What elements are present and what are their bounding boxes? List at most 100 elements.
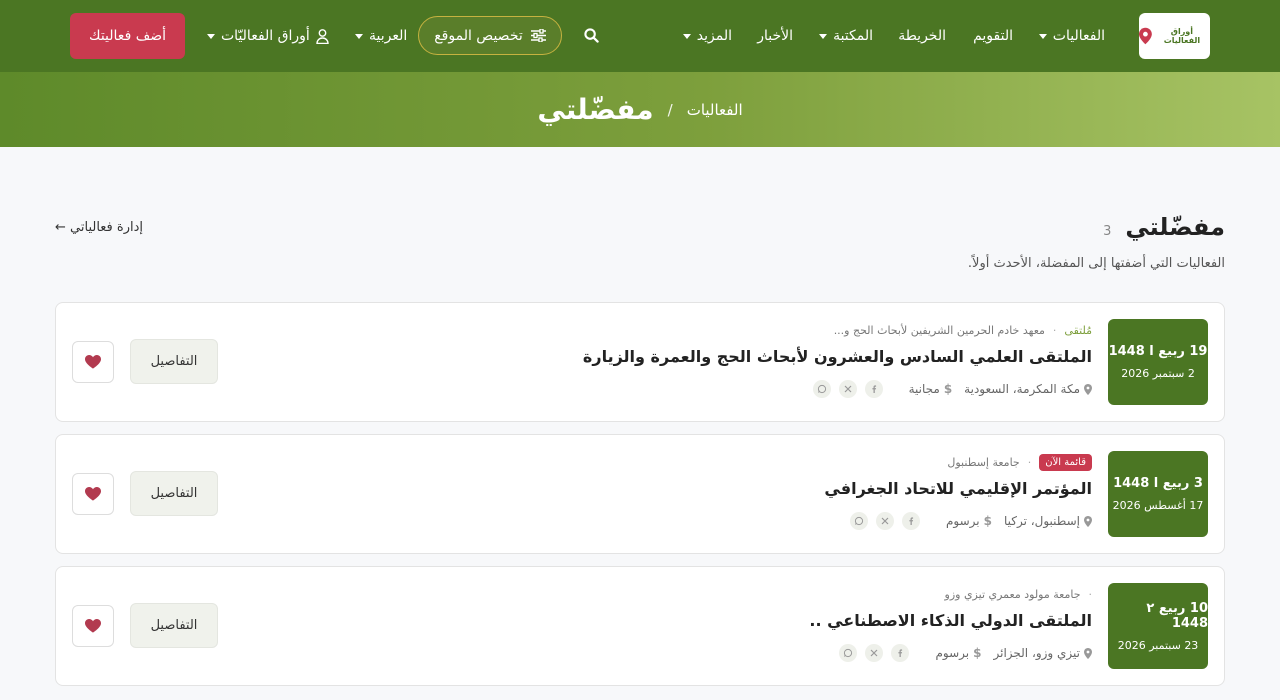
event-info: مكة المكرمة، السعودية $ مجانية [812, 379, 1092, 399]
x-icon[interactable] [865, 644, 884, 662]
customize-site-button[interactable]: تخصيص الموقع [418, 16, 562, 55]
favorites-count: 3 [1103, 224, 1112, 239]
chevron-down-icon [207, 33, 215, 39]
details-button[interactable]: التفاصيل [130, 603, 218, 648]
sliders-icon [530, 29, 546, 42]
details-button[interactable]: التفاصيل [130, 339, 218, 384]
event-location: مكة المكرمة، السعودية [964, 382, 1092, 396]
event-title[interactable]: الملتقى الدولي الذكاء الاصطناعي .. [809, 611, 1092, 630]
heart-icon [85, 355, 101, 369]
manage-events-label: إدارة فعالياتي ← [55, 220, 144, 235]
favorite-toggle-button[interactable] [72, 341, 114, 383]
hero-banner: الفعاليات / مفضّلتي [0, 72, 1280, 147]
add-event-button[interactable]: أضف فعاليتك [70, 13, 185, 59]
account-menu[interactable]: أوراق الفعاليّات [207, 0, 329, 72]
nav-item-map[interactable]: الخريطة [898, 0, 946, 72]
language-selector[interactable]: العربية [355, 0, 407, 72]
share-icons [812, 380, 883, 398]
add-event-label: أضف فعاليتك [89, 28, 166, 44]
top-navbar: أوراق الفعاليات الفعاليات التقويم الخريط… [0, 0, 1280, 72]
event-organizer: جامعة إسطنبول [947, 455, 1020, 469]
hijri-date: 10 ربيع ٢ 1448 [1146, 600, 1208, 631]
event-info: تيزي وزو، الجزائر $ برسوم [839, 643, 1092, 663]
nav-item-label: المزيد [696, 28, 732, 44]
event-meta: · جامعة مولود معمري تيزي وزو [945, 583, 1092, 605]
whatsapp-icon[interactable] [839, 644, 858, 662]
event-meta: مُلتقى · معهد خادم الحرمين الشريفين لأبح… [834, 319, 1092, 341]
map-pin-icon [1084, 647, 1092, 659]
event-date-box: 19 ربيع ا 1448 2 سبتمبر 2026 [1108, 319, 1208, 405]
x-icon[interactable] [875, 512, 894, 530]
hijri-date: 3 ربيع ا 1448 [1113, 476, 1203, 491]
event-title[interactable]: المؤتمر الإقليمي للاتحاد الجغرافي [824, 479, 1092, 498]
status-badge: قائمة الآن [1039, 453, 1092, 471]
account-label: أوراق الفعاليّات [221, 28, 310, 44]
event-type: مُلتقى [1064, 323, 1092, 337]
language-label: العربية [369, 28, 408, 44]
search-button[interactable] [580, 24, 602, 46]
manage-events-link[interactable]: إدارة فعالياتي ← [55, 220, 143, 235]
nav-item-label: المكتبة [833, 28, 873, 44]
event-fee: $ مجانية [909, 382, 953, 396]
event-card: 3 ربيع ا 1448 17 أغسطس 2026 قائمة الآن ·… [55, 434, 1225, 554]
event-location-text: تيزي وزو، الجزائر [993, 646, 1080, 660]
event-organizer: جامعة مولود معمري تيزي وزو [944, 587, 1081, 601]
nav-item-news[interactable]: الأخبار [757, 0, 793, 72]
nav-item-label: الخريطة [898, 28, 946, 44]
map-pin-logo-icon [1139, 27, 1152, 45]
event-location-text: مكة المكرمة، السعودية [964, 382, 1080, 396]
breadcrumb-separator: / [667, 100, 673, 119]
share-icons [839, 644, 910, 662]
dollar-icon: $ [943, 382, 953, 396]
event-date-box: 10 ربيع ٢ 1448 23 سبتمبر 2026 [1108, 583, 1208, 669]
chevron-down-icon [1038, 33, 1047, 39]
nav-item-label: الأخبار [757, 28, 793, 44]
chevron-down-icon [682, 33, 691, 39]
event-fee: $ برسوم [946, 514, 992, 528]
share-icons [849, 512, 920, 530]
chevron-down-icon [355, 33, 363, 39]
meta-separator: · [1027, 455, 1032, 469]
event-fee-text: مجانية [908, 382, 940, 396]
page-heading: مفضّلتي 3 [1103, 213, 1225, 241]
user-icon [316, 28, 329, 44]
event-date-box: 3 ربيع ا 1448 17 أغسطس 2026 [1108, 451, 1208, 537]
chevron-down-icon [819, 33, 828, 39]
dollar-icon: $ [973, 646, 982, 660]
site-logo[interactable]: أوراق الفعاليات [1139, 13, 1210, 59]
event-fee: $ برسوم [935, 646, 981, 660]
nav-item-more[interactable]: المزيد [682, 0, 732, 72]
event-meta: قائمة الآن · جامعة إسطنبول [947, 451, 1092, 473]
gregorian-date: 23 سبتمبر 2026 [1117, 638, 1199, 652]
hijri-date: 19 ربيع ا 1448 [1108, 344, 1208, 359]
nav-item-calendar[interactable]: التقويم [973, 0, 1013, 72]
event-organizer: معهد خادم الحرمين الشريفين لأبحاث الحج و… [833, 323, 1045, 337]
page-subtitle: الفعاليات التي أضفتها إلى المفضلة، الأحد… [967, 256, 1225, 271]
whatsapp-icon[interactable] [849, 512, 868, 530]
gregorian-date: 17 أغسطس 2026 [1112, 499, 1204, 512]
x-icon[interactable] [838, 380, 857, 398]
favorite-toggle-button[interactable] [72, 605, 114, 647]
favorite-toggle-button[interactable] [72, 473, 114, 515]
customize-site-label: تخصيص الموقع [434, 27, 523, 44]
event-fee-text: برسوم [935, 646, 970, 660]
breadcrumb-events-link[interactable]: الفعاليات [687, 101, 743, 119]
event-card: 19 ربيع ا 1448 2 سبتمبر 2026 مُلتقى · مع… [55, 302, 1225, 422]
meta-separator: · [1052, 323, 1057, 337]
facebook-icon[interactable] [901, 512, 920, 530]
logo-text: أوراق الفعاليات [1163, 27, 1201, 45]
facebook-icon[interactable] [864, 380, 883, 398]
details-button[interactable]: التفاصيل [130, 471, 218, 516]
heart-icon [85, 619, 101, 633]
map-pin-icon [1084, 383, 1092, 395]
event-title[interactable]: الملتقى العلمي السادس والعشرون لأبحاث ال… [583, 347, 1092, 366]
event-card: 10 ربيع ٢ 1448 23 سبتمبر 2026 · جامعة مو… [55, 566, 1225, 686]
hero-title: مفضّلتي [537, 93, 654, 126]
facebook-icon[interactable] [891, 644, 910, 662]
whatsapp-icon[interactable] [812, 380, 831, 398]
search-icon [583, 27, 599, 43]
nav-item-library[interactable]: المكتبة [819, 0, 873, 72]
event-info: إسطنبول، تركيا $ برسوم [849, 511, 1092, 531]
meta-separator: · [1088, 587, 1093, 601]
nav-item-events[interactable]: الفعاليات [1038, 0, 1105, 72]
